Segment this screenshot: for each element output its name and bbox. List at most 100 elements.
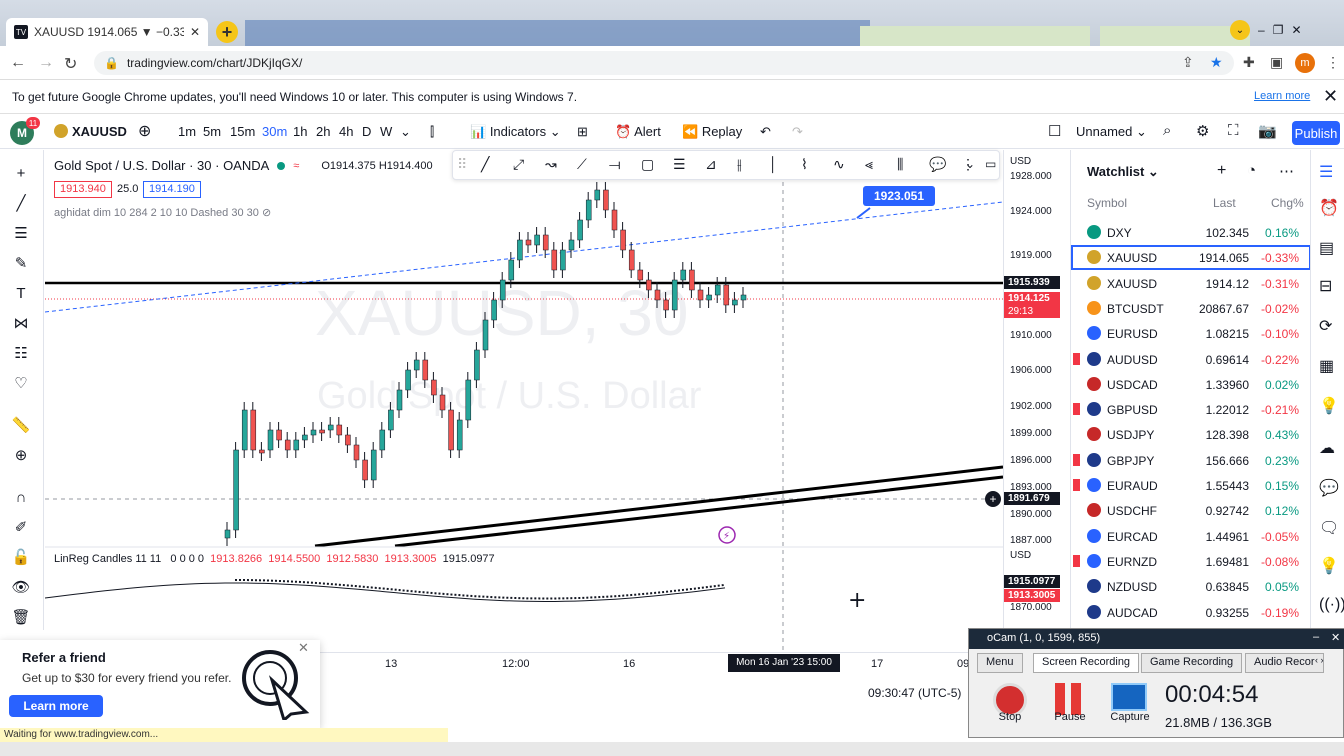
alerts-clock-icon[interactable]: ⏰ xyxy=(1319,198,1339,218)
watchlist-row[interactable]: GBPUSD 1.22012 -0.21% xyxy=(1071,397,1311,422)
watchlist-row[interactable]: USDCHF 0.92742 0.12% xyxy=(1071,498,1311,523)
row-flag[interactable] xyxy=(1073,352,1080,365)
interval-dropdown-icon[interactable]: ⌄ xyxy=(400,124,411,140)
bars-pattern-icon[interactable]: ⫼ xyxy=(897,156,903,173)
price-chart-canvas[interactable]: XAUUSD, 30 Gold Spot / U.S. Dollar ⚡ + xyxy=(45,150,1003,652)
sell-button[interactable]: 1913.940 xyxy=(54,181,112,198)
add-alert-plus-icon[interactable]: + xyxy=(985,491,1001,507)
watchlist-row[interactable]: DXY 102.345 0.16% xyxy=(1071,220,1311,245)
compare-plus-icon[interactable]: ⊕ xyxy=(138,121,151,141)
learn-more-link[interactable]: Learn more xyxy=(1254,90,1310,102)
tab-search-icon[interactable]: ⌄ xyxy=(1230,20,1250,40)
pitchfork-icon[interactable]: ⊿ xyxy=(705,156,717,173)
watchlist-row[interactable]: EURUSD 1.08215 -0.10% xyxy=(1071,321,1311,346)
add-symbol-icon[interactable]: + xyxy=(1217,162,1226,180)
layout-name-button[interactable]: Unnamed ⌄ xyxy=(1076,124,1147,140)
interval-1h[interactable]: 1h xyxy=(293,124,307,139)
url-field[interactable]: 🔒 tradingview.com/chart/JDKjIqGX/ xyxy=(94,51,1234,75)
watchlist-row[interactable]: AUDCAD 0.93255 -0.19% xyxy=(1071,600,1311,625)
redo-icon[interactable]: ↷ xyxy=(792,124,803,140)
lock-icon[interactable]: 🔓 xyxy=(10,546,32,568)
zoom-icon[interactable]: ⊕ xyxy=(10,444,32,466)
fib-tool-icon[interactable]: ⫲ xyxy=(737,156,742,173)
templates-grid-icon[interactable]: ⊞ xyxy=(577,124,588,140)
interval-4h[interactable]: 4h xyxy=(339,124,353,139)
undo-icon[interactable]: ↶ xyxy=(760,124,771,140)
ideas-bulb-icon[interactable]: 💡 xyxy=(1319,396,1339,416)
signal-icon[interactable]: ((·)) xyxy=(1319,596,1344,614)
chart-title[interactable]: Gold Spot / U.S. Dollar · 30 · OANDA xyxy=(54,158,269,173)
camera-icon[interactable]: 📷 xyxy=(1258,122,1277,140)
col-symbol[interactable]: Symbol xyxy=(1087,196,1127,210)
eye-hidden-icon[interactable]: ⊘ xyxy=(262,207,271,219)
ocam-menu-button[interactable]: Menu xyxy=(977,653,1023,673)
capture-monitor-icon[interactable] xyxy=(1111,683,1147,711)
minimize-button[interactable]: – xyxy=(1258,23,1265,37)
horizontal-ray-icon[interactable]: ⟞ xyxy=(609,156,621,173)
heart-icon[interactable]: ♡ xyxy=(10,372,32,394)
eye-icon[interactable]: 👁 xyxy=(10,576,32,598)
row-flag[interactable] xyxy=(1073,479,1080,491)
ocam-titlebar[interactable]: oCam (1, 0, 1599, 855) xyxy=(969,629,1344,649)
currency-label[interactable]: USD xyxy=(1010,156,1031,167)
close-popup-icon[interactable]: ✕ xyxy=(298,640,309,656)
maximize-button[interactable]: ❐ xyxy=(1273,23,1284,37)
parallel-channel-icon[interactable]: ☰ xyxy=(673,156,686,173)
brush-icon[interactable]: ✎ xyxy=(10,252,32,274)
indicator-label[interactable]: aghidat dim 10 284 2 10 10 Dashed 30 30 xyxy=(54,207,259,219)
bar-style-icon[interactable]: ⫿ xyxy=(430,124,434,140)
callout-icon[interactable]: 💬 xyxy=(929,156,946,173)
browser-menu-icon[interactable]: ⋮ xyxy=(1326,54,1340,71)
trend-line-tool-icon[interactable]: ╱ xyxy=(481,156,489,173)
side-panel-icon[interactable]: ▣ xyxy=(1270,54,1283,71)
close-window-button[interactable]: ✕ xyxy=(1291,23,1301,37)
interval-1m[interactable]: 1m xyxy=(178,124,196,139)
watchlist-row[interactable]: EURCAD 1.44961 -0.05% xyxy=(1071,524,1311,549)
data-window-icon[interactable]: ▤ xyxy=(1319,238,1334,258)
price-axis[interactable]: USD 1928.000 1924.000 1919.000 1910.000 … xyxy=(1003,150,1069,655)
messages-icon[interactable]: 🗨 xyxy=(1319,518,1339,538)
profile-avatar[interactable]: m xyxy=(1295,53,1315,73)
col-chg[interactable]: Chg% xyxy=(1271,196,1304,210)
ocam-tab-scroll-icon[interactable]: ‹ › xyxy=(1315,655,1324,665)
close-infobar-icon[interactable]: ✕ xyxy=(1323,86,1338,107)
help-icon[interactable]: 💡 xyxy=(1319,556,1339,576)
interval-15m[interactable]: 15m xyxy=(230,124,255,139)
forecast-icon[interactable]: ☷ xyxy=(10,342,32,364)
interval-d[interactable]: D xyxy=(362,124,371,139)
chart-pane[interactable]: XAUUSD, 30 Gold Spot / U.S. Dollar ⚡ + xyxy=(45,150,1070,655)
extended-line-icon[interactable]: ⟋ xyxy=(577,156,587,173)
reload-icon[interactable]: ↻ xyxy=(64,54,77,74)
layout-checkbox-icon[interactable]: ☐ xyxy=(1048,122,1061,140)
watchlist-row[interactable]: XAUUSD 1914.12 -0.31% xyxy=(1071,271,1311,296)
watchlist-row[interactable]: NZDUSD 0.63845 0.05% xyxy=(1071,574,1311,599)
bookmark-star-icon[interactable]: ★ xyxy=(1210,54,1223,71)
drag-handle-icon[interactable]: ⠿ xyxy=(457,156,467,173)
alert-button[interactable]: ⏰ Alert xyxy=(615,124,661,140)
path-tool-icon[interactable]: ⌇ xyxy=(801,156,808,173)
interval-2h[interactable]: 2h xyxy=(316,124,330,139)
trash-icon[interactable]: 🗑 xyxy=(10,606,32,628)
regression-icon[interactable]: ⪡ xyxy=(865,156,873,173)
back-arrow-icon[interactable]: ← xyxy=(10,54,26,72)
chart-clock[interactable]: 09:30:47 (UTC-5) xyxy=(868,686,961,700)
buy-button[interactable]: 1914.190 xyxy=(143,181,201,198)
watchlist-row[interactable]: BTCUSDT 20867.67 -0.02% xyxy=(1071,296,1311,321)
watchlist-row[interactable]: GBPJPY 156.666 0.23% xyxy=(1071,448,1311,473)
rectangle-tool-icon[interactable]: ▢ xyxy=(641,156,654,173)
calendar-icon[interactable]: ⟳ xyxy=(1319,316,1332,336)
curve-tool-icon[interactable]: ↝ xyxy=(545,156,557,173)
linreg-label[interactable]: LinReg Candles 11 11 xyxy=(54,553,161,565)
maximize-pane-icon[interactable]: ▭ xyxy=(985,157,996,171)
crosshair-icon[interactable]: + xyxy=(10,162,32,184)
news-icon[interactable]: ▦ xyxy=(1319,356,1334,376)
close-tab-icon[interactable]: ✕ xyxy=(190,25,200,39)
browser-tab[interactable]: TV XAUUSD 1914.065 ▼ −0.33% Un ✕ xyxy=(6,18,208,46)
ruler-icon[interactable]: 📏 xyxy=(10,414,32,436)
symbol-search-button[interactable]: XAUUSD xyxy=(54,124,127,139)
chats-icon[interactable]: 💬 xyxy=(1319,478,1339,498)
pattern-icon[interactable]: ⋈ xyxy=(10,312,32,334)
interval-5m[interactable]: 5m xyxy=(203,124,221,139)
text-icon[interactable]: T xyxy=(10,282,32,304)
refer-learn-more-button[interactable]: Learn more xyxy=(9,695,103,717)
